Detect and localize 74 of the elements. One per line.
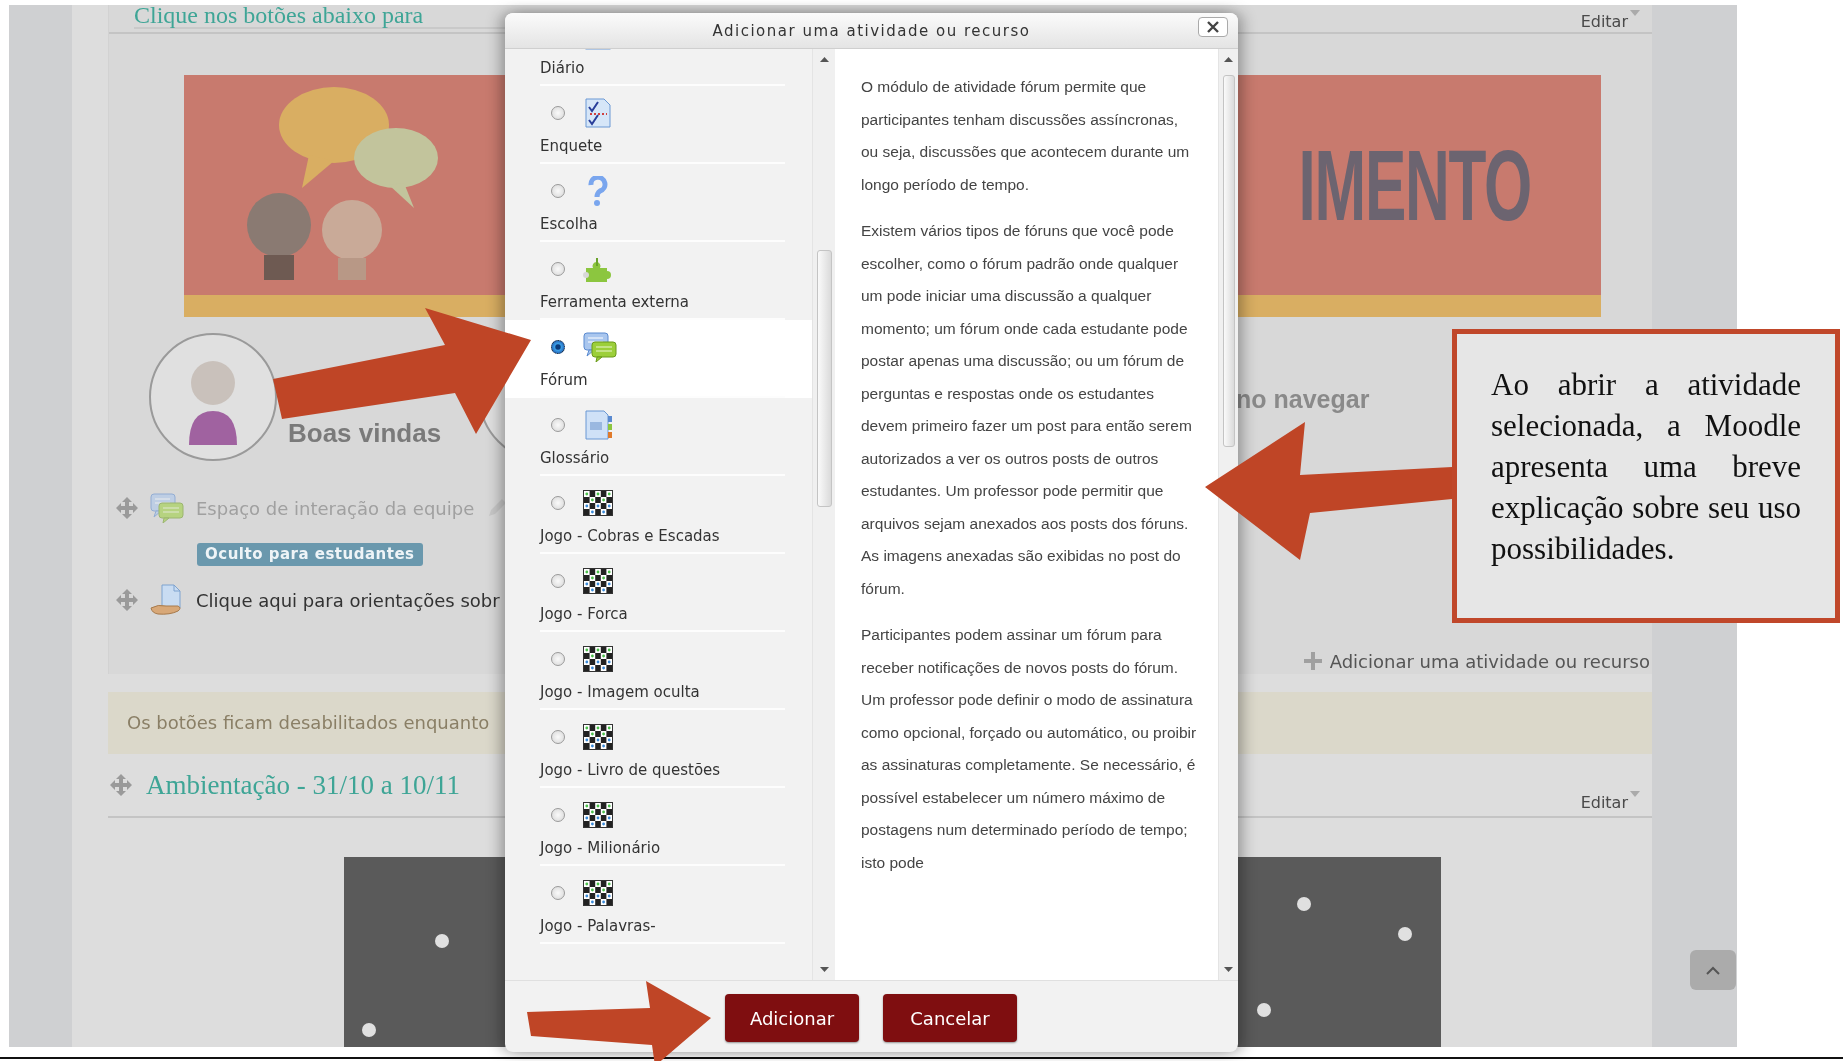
- cancel-button[interactable]: Cancelar: [883, 994, 1017, 1042]
- module-option[interactable]: Jogo - Milionário: [505, 788, 812, 866]
- module-option[interactable]: Jogo - Palavras-: [505, 866, 812, 944]
- add-button[interactable]: Adicionar: [725, 994, 859, 1042]
- scrollbar-thumb[interactable]: [817, 250, 832, 507]
- edit-menu[interactable]: Editar: [1580, 793, 1628, 813]
- module-label: Enquete: [540, 136, 604, 157]
- radio-button[interactable]: [551, 730, 565, 744]
- add-activity-link[interactable]: Adicionar uma atividade ou recurso: [1329, 650, 1650, 672]
- module-option[interactable]: Diário: [505, 49, 812, 86]
- callout-text: Ao abrir a atividade selecionada, a Moodle apresenta uma breve explicação sobre seu uso possibilidades.: [1452, 329, 1840, 623]
- module-label: Escolha: [540, 214, 599, 235]
- chevron-up-icon: [1706, 965, 1720, 975]
- banner-text: IMENTO: [1298, 135, 1531, 235]
- module-label: Jogo - Milionário: [540, 838, 662, 859]
- scroll-up-icon: [819, 57, 829, 62]
- glossary-icon: [583, 410, 613, 440]
- module-option[interactable]: Enquete: [505, 86, 812, 164]
- module-option[interactable]: Escolha: [505, 164, 812, 242]
- file-hand-icon: [150, 584, 184, 616]
- checkered-board-icon: [583, 724, 613, 750]
- module-label: Ferramenta externa: [540, 292, 691, 313]
- checkered-board-icon: [583, 646, 613, 672]
- module-option[interactable]: Jogo - Forca: [505, 554, 812, 632]
- checkered-board-icon: [583, 568, 613, 594]
- move-icon: [116, 497, 138, 519]
- radio-button[interactable]: [551, 106, 565, 120]
- scroll-up-icon: [1224, 57, 1233, 62]
- hidden-badge: Oculto para estudantes: [197, 543, 423, 566]
- radio-button[interactable]: [551, 574, 565, 588]
- checkered-board-icon: [583, 880, 613, 906]
- radio-button[interactable]: [551, 340, 565, 354]
- radio-button[interactable]: [551, 262, 565, 276]
- module-label: Diário: [540, 58, 586, 79]
- module-option[interactable]: Fórum: [505, 320, 812, 398]
- scrollbar[interactable]: [812, 49, 835, 980]
- close-button[interactable]: [1198, 17, 1228, 37]
- module-label: Glossário: [540, 448, 611, 469]
- module-option[interactable]: Glossário: [505, 398, 812, 476]
- avatar-silhouette-icon: [149, 333, 277, 461]
- scroll-down-icon: [819, 967, 829, 972]
- section-title: Ambientação - 31/10 a 10/11: [146, 769, 460, 801]
- module-label: Jogo - Palavras-: [540, 916, 657, 937]
- module-option[interactable]: Jogo - Cobras e Escadas: [505, 476, 812, 554]
- move-icon: [116, 589, 138, 611]
- radio-button[interactable]: [551, 652, 565, 666]
- module-label: Jogo - Cobras e Escadas: [540, 526, 721, 547]
- caret-icon: [1630, 791, 1640, 797]
- move-icon: [110, 774, 132, 796]
- edit-menu[interactable]: Editar: [1580, 12, 1628, 32]
- close-icon: [1207, 21, 1219, 33]
- checklist-icon: [583, 98, 613, 128]
- description-paragraph: O módulo de atividade fórum permite que participantes tenham discussões assíncronas, ou seja, discussões que acontecem durante um longo período de tempo.: [861, 77, 1191, 195]
- scrollbar[interactable]: [1218, 49, 1238, 980]
- radio-button[interactable]: [551, 886, 565, 900]
- radio-button[interactable]: [551, 184, 565, 198]
- caret-icon: [1630, 10, 1640, 16]
- forum-icon: [583, 332, 617, 362]
- forum-icon: [150, 493, 184, 523]
- description-paragraph: Existem vários tipos de fóruns que você pode escolher, como o fórum padrão onde qualquer um pode iniciar uma discussão a qualquer momento; um fórum onde cada estudante pode postar apenas uma discussão; ou um fórum de perguntas e respostas onde os estudantes devem primeiro fazer um post para então serem autorizados a ver os outros posts de outros estudantes. Um professor pode permitir que arquivos sejam anexados aos posts dos fóruns. As imagens anexadas são exibidas no post do fórum.: [861, 221, 1193, 599]
- module-label: Fórum: [540, 370, 589, 391]
- module-label: Jogo - Livro de questões: [540, 760, 722, 781]
- module-label: Jogo - Forca: [540, 604, 629, 625]
- checkered-board-icon: [583, 490, 613, 516]
- radio-button[interactable]: [551, 496, 565, 510]
- radio-button[interactable]: [551, 418, 565, 432]
- checkered-board-icon: [583, 802, 613, 828]
- radio-button[interactable]: [551, 808, 565, 822]
- activity-link[interactable]: Clique aqui para orientações sobr: [196, 589, 500, 611]
- scrollbar-thumb[interactable]: [1223, 75, 1235, 447]
- scroll-to-top-button[interactable]: [1690, 950, 1736, 990]
- scroll-down-icon: [1224, 967, 1233, 972]
- module-option[interactable]: Ferramenta externa: [505, 242, 812, 320]
- plus-icon: [1303, 652, 1322, 670]
